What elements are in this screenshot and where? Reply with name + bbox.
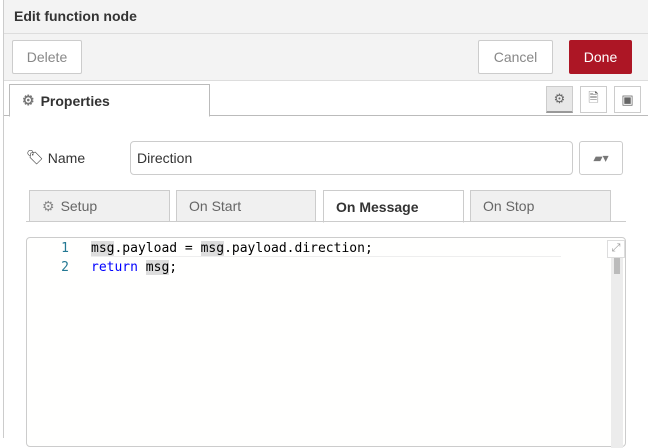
library-button[interactable]: ▰▾ <box>579 141 623 175</box>
expand-icon[interactable]: ⤢ <box>607 240 625 258</box>
delete-button[interactable]: Delete <box>12 40 82 74</box>
tab-divider <box>26 221 626 222</box>
book-icon: ▰▾ <box>593 151 609 165</box>
code-token: return <box>91 260 138 275</box>
code-token: ; <box>169 260 178 275</box>
tag-icon: 🏷 <box>26 149 44 165</box>
gear-icon[interactable]: ⚙ <box>546 86 573 113</box>
edit-tray: Edit function node Delete Cancel Done ⚙ P… <box>3 0 648 448</box>
tab-label: Setup <box>60 198 98 214</box>
name-label-text: Name <box>47 149 86 166</box>
code-token: .payload.direction; <box>224 241 373 256</box>
tab-bar: ⚙ Properties ⚙ 🗎 ▣ <box>4 81 648 117</box>
code-editor[interactable]: 1 msg.payload = msg.payload.direction; 2… <box>26 237 626 448</box>
appearance-icon[interactable]: ▣ <box>614 86 641 113</box>
code-line: return msg; <box>91 260 177 275</box>
cancel-button[interactable]: Cancel <box>478 40 553 74</box>
line-number: 2 <box>61 260 69 275</box>
tab-label: On Start <box>189 198 242 214</box>
tab-on-message[interactable]: On Message <box>323 190 464 223</box>
tab-properties[interactable]: ⚙ Properties <box>9 84 210 117</box>
tray-title: Edit function node <box>4 0 648 34</box>
gear-icon: ⚙ <box>42 197 55 214</box>
gear-icon: ⚙ <box>22 92 35 108</box>
tab-label: On Stop <box>483 198 535 214</box>
description-icon[interactable]: 🗎 <box>580 86 607 113</box>
name-input[interactable] <box>130 141 573 175</box>
tab-on-start[interactable]: On Start <box>176 190 316 222</box>
line-number: 1 <box>61 241 69 256</box>
code-line: msg.payload = msg.payload.direction; <box>91 241 373 256</box>
tab-label: On Message <box>336 198 419 215</box>
code-token: .payload = <box>114 241 201 256</box>
scrollbar[interactable] <box>611 258 623 448</box>
code-token: msg <box>91 241 115 256</box>
name-label: 🏷 Name <box>26 149 85 166</box>
button-row: Delete Cancel Done <box>4 34 648 81</box>
code-token: msg <box>145 260 170 275</box>
done-button[interactable]: Done <box>569 40 632 74</box>
code-token: msg <box>200 241 225 256</box>
tab-setup[interactable]: ⚙ Setup <box>29 190 170 222</box>
tab-on-stop[interactable]: On Stop <box>470 190 611 222</box>
tab-label: Properties <box>40 92 110 109</box>
